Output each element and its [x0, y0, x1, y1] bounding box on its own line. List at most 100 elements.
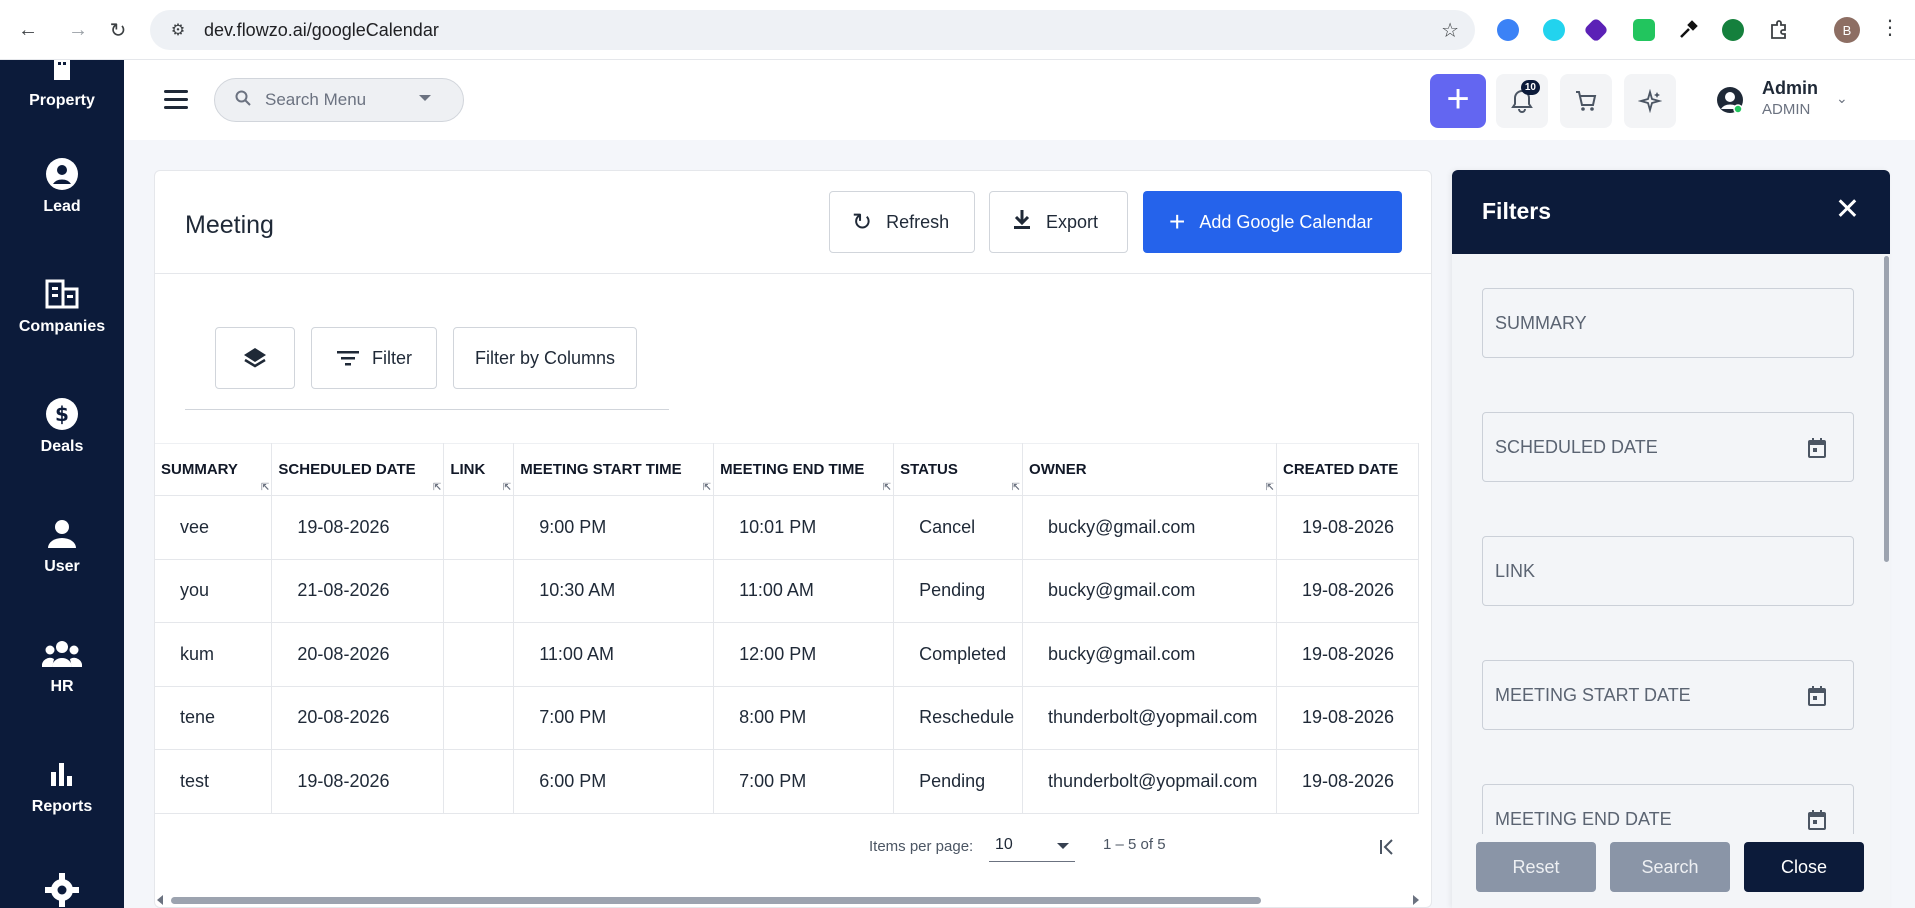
browser-menu-icon[interactable]: ⋮	[1880, 15, 1900, 40]
cell-status: Completed	[893, 622, 1024, 687]
sidebar-item-user[interactable]: User	[0, 514, 124, 576]
cell-summary: test	[155, 749, 273, 814]
plus-icon: +	[1169, 206, 1186, 237]
column-header-meeting-end-time[interactable]: MEETING END TIME ⇱	[713, 443, 895, 496]
column-header-created-date[interactable]: CREATED DATE	[1276, 443, 1420, 496]
sidebar-item-settings[interactable]	[0, 870, 124, 908]
divider	[155, 273, 1431, 274]
site-info-icon[interactable]: ⚙	[166, 20, 190, 40]
table-row[interactable]: tene 20-08-2026 7:00 PM 8:00 PM Reschedu…	[155, 686, 1420, 750]
cell-link	[443, 495, 515, 560]
scroll-left-icon[interactable]	[157, 895, 163, 905]
filter-by-columns-label: Filter by Columns	[474, 347, 616, 368]
table-row[interactable]: test 19-08-2026 6:00 PM 7:00 PM Pending …	[155, 749, 1420, 814]
reset-button[interactable]: Reset	[1476, 842, 1596, 892]
extension-4-icon[interactable]	[1633, 19, 1655, 41]
cell-owner: thunderbolt@yopmail.com	[1022, 686, 1277, 750]
calendar-icon[interactable]	[1807, 809, 1827, 836]
cart-button[interactable]	[1560, 74, 1612, 128]
hamburger-menu-icon[interactable]	[164, 90, 188, 110]
refresh-button[interactable]: ↻ Refresh	[829, 191, 975, 253]
scroll-right-icon[interactable]	[1413, 895, 1419, 905]
extension-3-icon[interactable]	[1583, 17, 1609, 43]
cell-summary: you	[155, 559, 273, 623]
sidebar: Property Lead Companies $ Deals User HR	[0, 60, 124, 908]
resize-handle-icon[interactable]: ⇱	[1266, 482, 1274, 493]
extension-2-icon[interactable]	[1543, 19, 1565, 41]
notification-count-badge: 10	[1520, 80, 1540, 95]
user-avatar-icon[interactable]	[1716, 86, 1744, 119]
horizontal-scrollbar[interactable]	[155, 891, 1431, 907]
calendar-icon[interactable]	[1807, 685, 1827, 712]
notifications-button[interactable]: 10	[1496, 74, 1548, 128]
column-header-meeting-start-time[interactable]: MEETING START TIME ⇱	[513, 443, 715, 496]
filter-by-columns-button[interactable]: Filter by Columns	[453, 327, 637, 389]
dollar-icon: $	[0, 394, 124, 434]
cell-link	[443, 622, 515, 687]
summary-filter-field[interactable]: SUMMARY	[1482, 288, 1854, 358]
layers-button[interactable]	[215, 327, 295, 389]
cell-end-time: 12:00 PM	[713, 622, 895, 687]
column-header-status[interactable]: STATUS ⇱	[893, 443, 1024, 496]
first-page-button[interactable]	[1371, 830, 1405, 864]
scrollbar-thumb[interactable]	[1884, 256, 1889, 562]
first-page-icon	[1380, 839, 1393, 855]
table-row[interactable]: kum 20-08-2026 11:00 AM 12:00 PM Complet…	[155, 622, 1420, 687]
column-header-scheduled-date[interactable]: SCHEDULED DATE ⇱	[271, 443, 445, 496]
resize-handle-icon[interactable]: ⇱	[703, 482, 711, 493]
table-row[interactable]: vee 19-08-2026 9:00 PM 10:01 PM Cancel b…	[155, 495, 1420, 560]
filters-header: Filters ✕	[1452, 170, 1890, 254]
resize-handle-icon[interactable]: ⇱	[883, 482, 891, 493]
previous-page-button[interactable]	[1421, 830, 1431, 864]
export-button[interactable]: Export	[989, 191, 1128, 253]
user-name[interactable]: Admin	[1762, 78, 1818, 99]
cell-created-date: 19-08-2026	[1276, 559, 1420, 623]
close-icon[interactable]: ✕	[1835, 195, 1860, 225]
column-header-link[interactable]: LINK ⇱	[443, 443, 515, 496]
column-header-owner[interactable]: OWNER ⇱	[1022, 443, 1277, 496]
address-bar[interactable]: ⚙ dev.flowzo.ai/googleCalendar ☆	[150, 10, 1475, 50]
resize-handle-icon[interactable]: ⇱	[433, 482, 441, 493]
forward-icon[interactable]: →	[62, 14, 94, 46]
meeting-start-date-filter-field[interactable]: MEETING START DATE	[1482, 660, 1854, 730]
ai-sparkle-button[interactable]	[1624, 74, 1676, 128]
extension-6-icon[interactable]	[1722, 19, 1744, 41]
cell-start-time: 7:00 PM	[513, 686, 715, 750]
sidebar-item-label: Property	[29, 92, 95, 109]
filter-button[interactable]: Filter	[311, 327, 437, 389]
add-google-calendar-button[interactable]: + Add Google Calendar	[1143, 191, 1402, 253]
drawer-scrollbar[interactable]	[1882, 254, 1890, 834]
search-menu-field[interactable]: Search Menu	[214, 78, 464, 122]
extensions-puzzle-icon[interactable]	[1768, 19, 1790, 41]
sidebar-item-property[interactable]: Property	[0, 60, 124, 110]
sidebar-item-companies[interactable]: Companies	[0, 274, 124, 336]
calendar-icon[interactable]	[1807, 437, 1827, 464]
bookmark-star-icon[interactable]: ☆	[1441, 18, 1459, 43]
search-button[interactable]: Search	[1610, 842, 1730, 892]
scheduled-date-filter-field[interactable]: SCHEDULED DATE	[1482, 412, 1854, 482]
sidebar-item-reports[interactable]: Reports	[0, 754, 124, 816]
close-button[interactable]: Close	[1744, 842, 1864, 892]
back-icon[interactable]: ←	[12, 14, 44, 46]
search-placeholder: Search Menu	[265, 90, 367, 109]
column-header-summary[interactable]: SUMMARY ⇱	[155, 443, 273, 496]
table-row[interactable]: you 21-08-2026 10:30 AM 11:00 AM Pending…	[155, 559, 1420, 623]
cell-owner: bucky@gmail.com	[1022, 622, 1277, 687]
reload-icon[interactable]: ↻	[102, 14, 134, 46]
profile-avatar[interactable]: B	[1834, 17, 1860, 43]
resize-handle-icon[interactable]: ⇱	[503, 482, 511, 493]
sparkle-icon	[1638, 89, 1662, 113]
cart-icon	[1576, 91, 1597, 111]
link-filter-field[interactable]: LINK	[1482, 536, 1854, 606]
chevron-down-icon[interactable]: ⌄	[1836, 90, 1848, 107]
sidebar-item-deals[interactable]: $ Deals	[0, 394, 124, 456]
resize-handle-icon[interactable]: ⇱	[1012, 482, 1020, 493]
sidebar-item-lead[interactable]: Lead	[0, 154, 124, 216]
resize-handle-icon[interactable]: ⇱	[261, 482, 269, 493]
quick-add-button[interactable]: +	[1430, 74, 1486, 128]
scrollbar-thumb[interactable]	[171, 897, 1261, 904]
eyedropper-icon[interactable]	[1677, 19, 1699, 41]
extension-1-icon[interactable]	[1497, 19, 1519, 41]
sidebar-item-hr[interactable]: HR	[0, 634, 124, 696]
items-per-page-select[interactable]: 10	[989, 836, 1075, 862]
